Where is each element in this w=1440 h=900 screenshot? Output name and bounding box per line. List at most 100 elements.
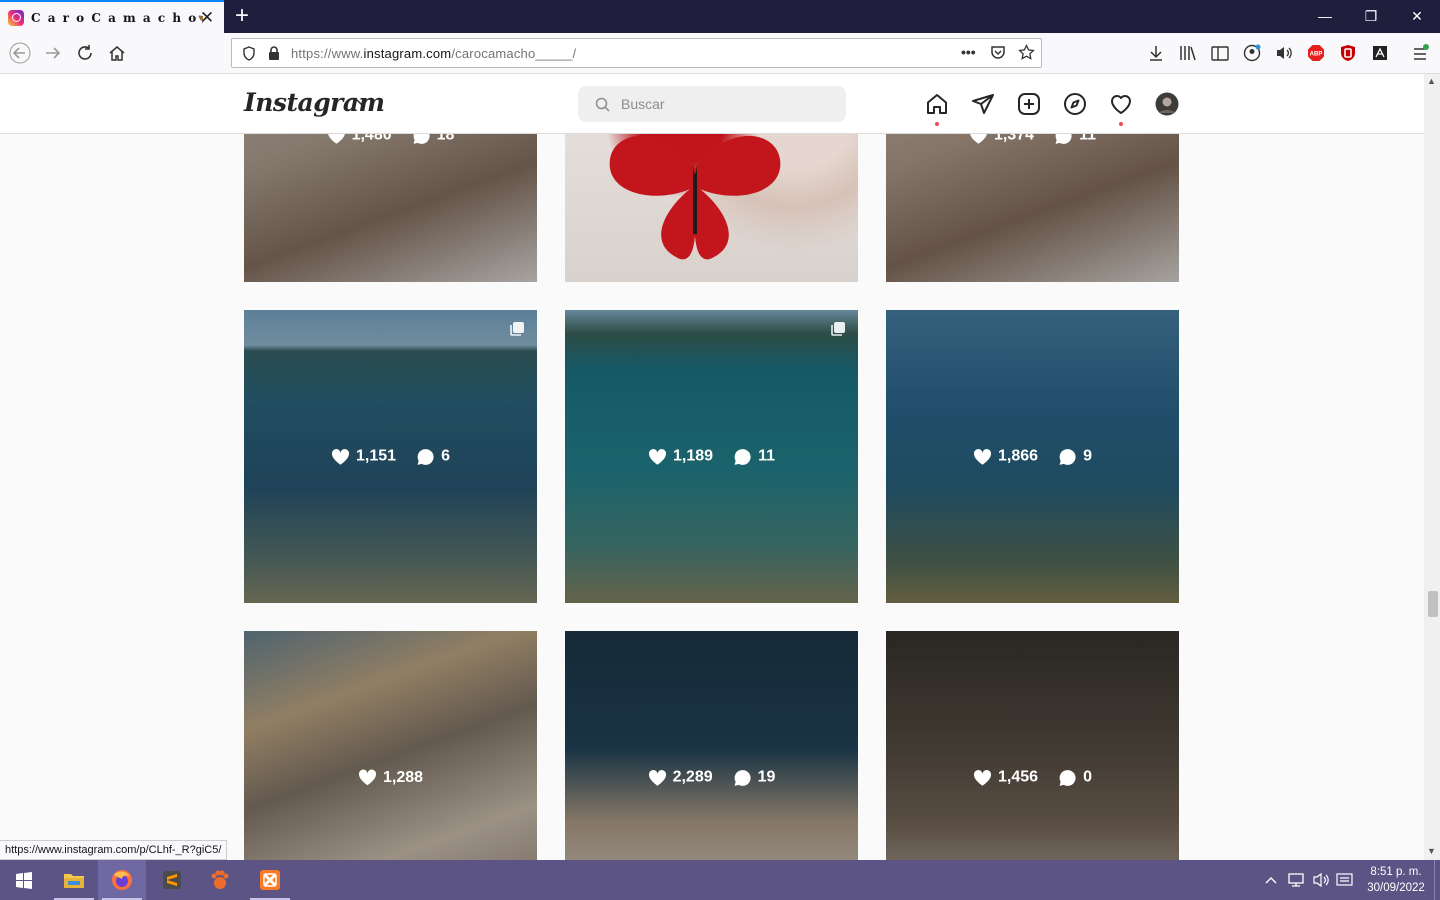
network-icon[interactable] <box>1288 860 1306 900</box>
post-stats: 2,289 19 <box>565 768 858 787</box>
windows-start-icon[interactable] <box>0 860 48 900</box>
heart-icon <box>648 448 667 465</box>
home-nav-icon[interactable] <box>924 91 950 117</box>
likes-stat: 1,374 <box>969 134 1034 145</box>
likes-stat: 1,151 <box>331 448 396 466</box>
post-thumbnail[interactable]: 1,288 <box>244 631 537 860</box>
file-explorer-icon[interactable] <box>50 860 98 900</box>
likes-stat: 1,288 <box>358 769 423 787</box>
firefox-taskbar-icon[interactable] <box>98 860 146 900</box>
likes-stat: 1,866 <box>973 448 1038 466</box>
page-scrollbar[interactable]: ▲ ▼ <box>1424 74 1440 860</box>
post-stats: 1,189 11 <box>565 447 858 466</box>
scroll-down-icon[interactable]: ▼ <box>1427 846 1436 856</box>
comment-icon <box>1059 769 1076 786</box>
likes-stat: 2,289 <box>648 769 713 787</box>
tab-title: C a r o C a m a c h o🦋 (@caro <box>31 10 203 25</box>
instagram-favicon-icon <box>8 9 24 26</box>
comments-count: 11 <box>758 447 775 465</box>
post-thumbnail[interactable]: 1,480 18 <box>244 134 537 282</box>
browser-tab[interactable]: C a r o C a m a c h o🦋 (@caro ✕ <box>0 0 224 33</box>
new-post-icon[interactable] <box>1016 91 1042 117</box>
heart-icon <box>331 448 350 465</box>
multiple-images-icon <box>831 322 845 336</box>
extension-icon[interactable] <box>1370 43 1390 63</box>
comments-stat: 11 <box>733 447 775 466</box>
volume-icon[interactable] <box>1274 43 1294 63</box>
post-thumbnail[interactable]: 1,189 11 <box>565 310 858 603</box>
forward-icon[interactable] <box>39 39 67 67</box>
post-hover-overlay <box>244 631 537 860</box>
likes-count: 1,866 <box>998 447 1039 465</box>
comment-icon <box>734 769 751 786</box>
url-path: /carocamacho_____/ <box>451 46 577 61</box>
post-thumbnail[interactable]: 1,374 11 <box>886 134 1179 282</box>
library-icon[interactable] <box>1178 43 1198 63</box>
post-thumbnail[interactable]: 1,456 0 <box>886 631 1179 860</box>
likes-count: 1,456 <box>998 768 1039 786</box>
scroll-thumb[interactable] <box>1428 591 1438 617</box>
tray-overflow-icon[interactable] <box>1264 860 1278 900</box>
url-text[interactable]: https://www.instagram.com/carocamacho___… <box>291 46 576 61</box>
paw-app-icon[interactable] <box>196 860 244 900</box>
chevron-down-icon[interactable] <box>356 96 368 110</box>
speaker-icon[interactable] <box>1312 860 1330 900</box>
comment-icon <box>1059 448 1076 465</box>
likes-stat: 1,456 <box>973 769 1038 787</box>
activity-heart-icon[interactable] <box>1108 91 1134 117</box>
likes-count: 1,288 <box>382 768 424 786</box>
scroll-up-icon[interactable]: ▲ <box>1427 76 1436 86</box>
restore-icon[interactable]: ❐ <box>1348 0 1394 33</box>
explore-icon[interactable] <box>1062 91 1088 117</box>
post-thumbnail[interactable]: 1,866 9 <box>886 310 1179 603</box>
back-icon[interactable] <box>6 39 34 67</box>
post-hover-overlay <box>886 631 1179 860</box>
comments-count: 9 <box>1083 447 1092 465</box>
minimize-icon[interactable]: — <box>1302 0 1348 33</box>
search-input[interactable]: Buscar <box>578 86 846 122</box>
post-thumbnail[interactable]: 1,151 6 <box>244 310 537 603</box>
sidebar-icon[interactable] <box>1210 43 1230 63</box>
lock-icon[interactable] <box>268 46 280 66</box>
tab-close-icon[interactable]: ✕ <box>198 8 216 28</box>
comments-stat: 9 <box>1058 447 1092 466</box>
likes-count: 1,189 <box>673 447 714 465</box>
window-close-icon[interactable]: ✕ <box>1394 0 1440 33</box>
comments-stat: 18 <box>412 134 454 145</box>
show-desktop-button[interactable] <box>1434 860 1435 900</box>
keyboard-icon[interactable] <box>1336 860 1354 900</box>
url-bar[interactable]: https://www.instagram.com/carocamacho___… <box>231 38 1042 68</box>
post-thumbnail[interactable]: 2,289 19 <box>565 631 858 860</box>
post-stats: 1,456 0 <box>886 768 1179 787</box>
direct-messages-icon[interactable] <box>970 91 996 117</box>
post-stats: 1,866 9 <box>886 447 1179 466</box>
tracking-protection-icon[interactable] <box>242 46 256 66</box>
app-menu-icon[interactable] <box>1410 43 1430 63</box>
heart-icon <box>970 134 987 144</box>
pocket-icon[interactable] <box>990 45 1006 66</box>
page-actions-icon[interactable]: ••• <box>961 44 976 60</box>
bookmark-star-icon[interactable] <box>1018 43 1035 66</box>
reload-icon[interactable] <box>71 39 99 67</box>
account-icon[interactable] <box>1242 43 1262 63</box>
comment-icon <box>413 134 430 144</box>
profile-avatar[interactable] <box>1154 91 1180 117</box>
butterfly-image <box>609 135 781 260</box>
browser-navbar: https://www.instagram.com/carocamacho___… <box>0 33 1440 74</box>
likes-count: 1,151 <box>356 447 397 465</box>
heart-icon <box>358 769 377 786</box>
windows-taskbar: 8:51 p. m. 30/09/2022 <box>0 860 1440 900</box>
downloads-icon[interactable] <box>1146 43 1166 63</box>
ublock-icon[interactable] <box>1338 43 1358 63</box>
system-clock[interactable]: 8:51 p. m. 30/09/2022 <box>1360 864 1432 896</box>
new-tab-icon[interactable]: + <box>230 2 254 30</box>
sublime-text-icon[interactable] <box>148 860 196 900</box>
likes-stat: 1,480 <box>327 134 392 145</box>
post-hover-overlay <box>244 134 537 282</box>
comment-icon <box>417 448 434 465</box>
post-thumbnail[interactable] <box>565 134 858 282</box>
home-icon[interactable] <box>103 39 131 67</box>
xampp-icon[interactable] <box>246 860 294 900</box>
adblock-plus-icon[interactable]: ABP <box>1306 43 1326 63</box>
comment-icon <box>734 448 751 465</box>
